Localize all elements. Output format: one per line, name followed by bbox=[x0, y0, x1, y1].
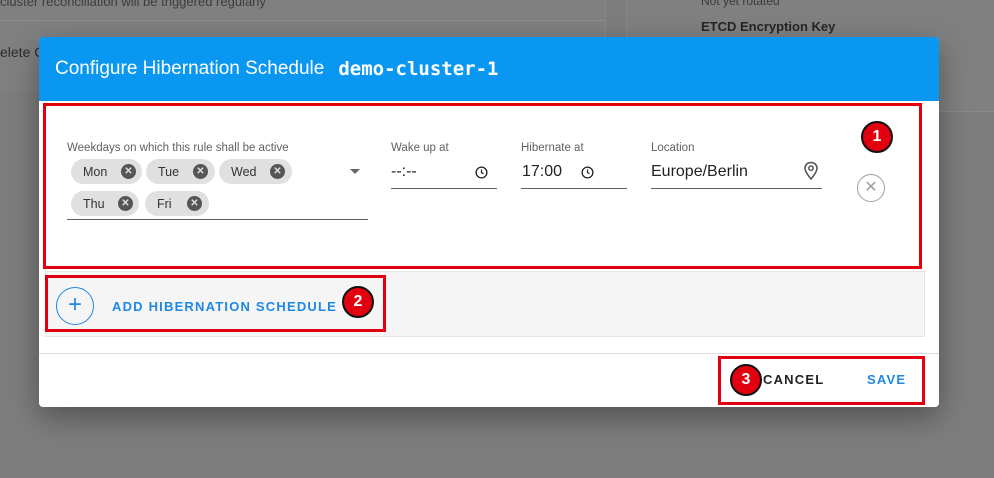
background-text: ETCD Encryption Key bbox=[701, 19, 836, 34]
footer-divider bbox=[39, 353, 939, 354]
background-text: elete C bbox=[0, 44, 45, 60]
annotation-badge-3: 3 bbox=[730, 364, 762, 396]
background-text: cluster reconciliation will be triggered… bbox=[0, 0, 266, 9]
background-divider bbox=[0, 20, 606, 21]
annotation-badge-1: 1 bbox=[861, 121, 893, 153]
dialog-header: Configure Hibernation Schedule demo-clus… bbox=[39, 37, 939, 101]
cluster-name: demo-cluster-1 bbox=[338, 58, 499, 80]
background-text: Not yet rotated bbox=[701, 0, 780, 8]
dialog-title: Configure Hibernation Schedule bbox=[55, 58, 325, 79]
annotation-box-1 bbox=[43, 103, 922, 269]
annotation-badge-2: 2 bbox=[342, 286, 374, 318]
annotation-box-2 bbox=[45, 275, 386, 332]
